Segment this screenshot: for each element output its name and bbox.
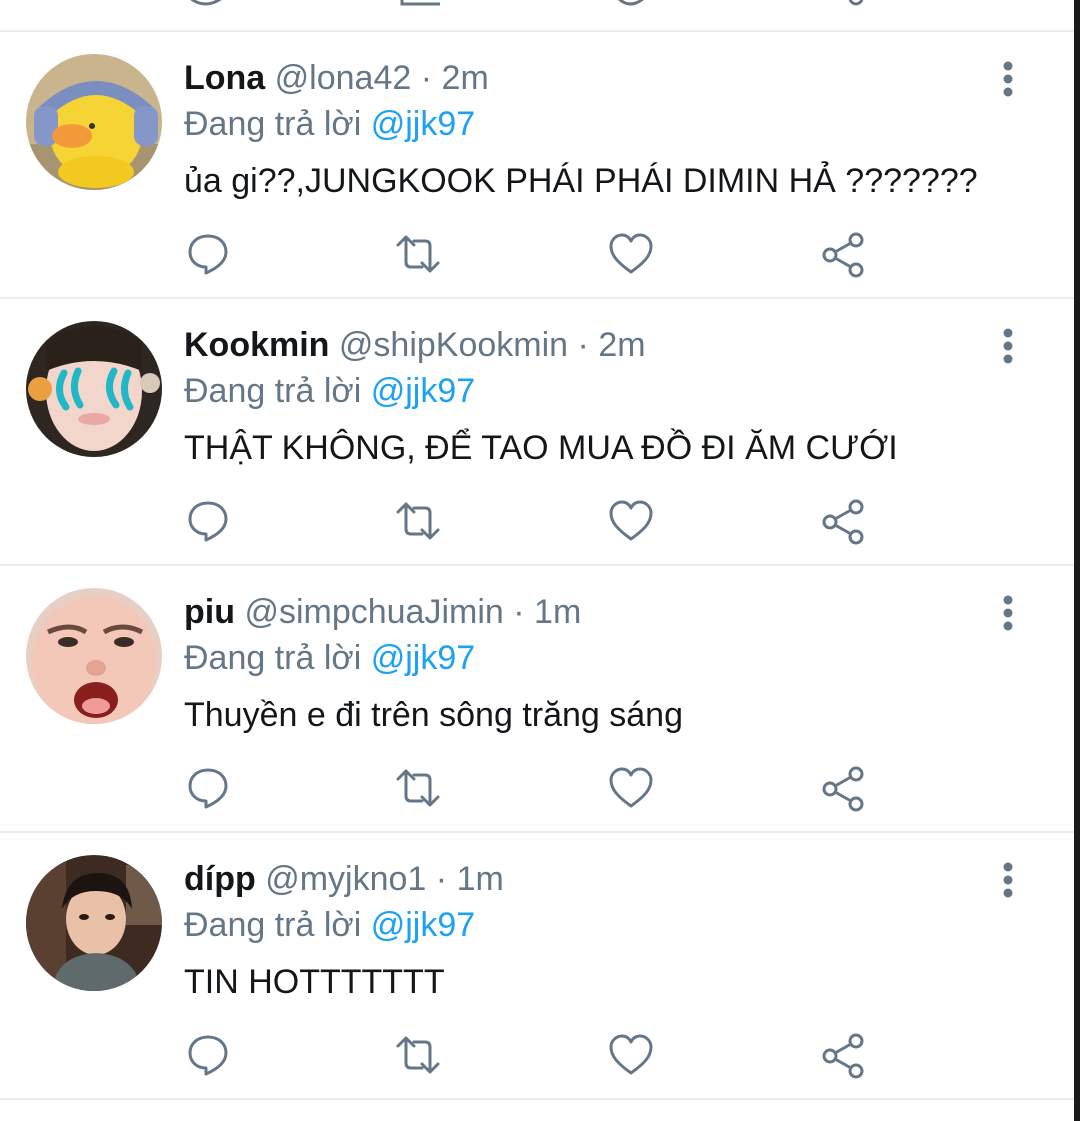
tweet-header: dípp @myjkno1 · 1m: [184, 857, 504, 901]
heart-icon-partial: [618, 0, 644, 6]
replying-to-label: Đang trả lời: [184, 639, 362, 677]
comment-bubble-icon[interactable]: [184, 230, 232, 278]
replying-to-label: Đang trả lời: [184, 906, 362, 944]
mention-link[interactable]: @jjk97: [371, 639, 475, 677]
retweet-icon[interactable]: [394, 1031, 442, 1079]
tweet-actions: [0, 230, 1074, 278]
tweet-header: Lona @lona42 · 2m: [184, 56, 489, 100]
separator-dot: ·: [420, 59, 433, 97]
timestamp[interactable]: 1m: [534, 593, 581, 631]
tweet-text: TIN HOTTTTTTT: [184, 963, 445, 1001]
replying-to: Đang trả lời @jjk97: [184, 636, 475, 680]
tweet-actions: [0, 497, 1074, 545]
tweet-actions: [0, 1031, 1074, 1079]
heart-icon[interactable]: [607, 764, 655, 812]
separator-dot: ·: [435, 860, 448, 898]
more-vertical-icon[interactable]: [996, 594, 1020, 634]
comment-bubble-icon[interactable]: [184, 1031, 232, 1079]
timestamp[interactable]: 1m: [457, 860, 504, 898]
timestamp[interactable]: 2m: [442, 59, 489, 97]
replying-to: Đang trả lời @jjk97: [184, 369, 475, 413]
comment-bubble-icon[interactable]: [184, 764, 232, 812]
heart-icon[interactable]: [607, 1031, 655, 1079]
mention-link[interactable]: @jjk97: [371, 105, 475, 143]
share-icon[interactable]: [820, 497, 868, 545]
separator-dot: ·: [577, 326, 589, 364]
user-handle[interactable]: @simpchuaJimin: [244, 593, 503, 631]
retweet-icon[interactable]: [394, 497, 442, 545]
avatar[interactable]: [26, 855, 162, 991]
replying-to: Đang trả lời @jjk97: [184, 102, 475, 146]
comment-bubble-icon[interactable]: [184, 497, 232, 545]
tweet-text: Thuyền e đi trên sông trăng sáng: [184, 696, 683, 734]
mention-link[interactable]: @jjk97: [371, 372, 475, 410]
previous-tweet-icons-partial: [190, 0, 864, 6]
user-handle[interactable]: @lona42: [275, 59, 412, 97]
separator-dot: ·: [513, 593, 525, 631]
display-name[interactable]: piu: [184, 593, 235, 631]
screen-edge: [1074, 0, 1080, 1121]
previous-tweet-actions-partial: [0, 0, 1080, 32]
display-name[interactable]: Kookmin: [184, 326, 329, 364]
retweet-icon-partial: [400, 0, 440, 6]
replying-to: Đang trả lời @jjk97: [184, 903, 475, 947]
share-icon-partial: [848, 0, 864, 6]
tweet-reply-lona[interactable]: Lona @lona42 · 2m Đang trả lời @jjk97 ủa…: [0, 32, 1074, 299]
reply-icon-partial: [190, 0, 222, 6]
more-vertical-icon[interactable]: [996, 861, 1020, 901]
display-name[interactable]: dípp: [184, 860, 256, 898]
tweet-header: piu @simpchuaJimin · 1m: [184, 590, 581, 634]
avatar[interactable]: [26, 54, 162, 190]
heart-icon[interactable]: [607, 497, 655, 545]
share-icon[interactable]: [820, 1031, 868, 1079]
replying-to-label: Đang trả lời: [184, 105, 362, 143]
tweet-reply-dipp[interactable]: dípp @myjkno1 · 1m Đang trả lời @jjk97 T…: [0, 833, 1074, 1100]
share-icon[interactable]: [820, 764, 868, 812]
user-handle[interactable]: @shipKookmin: [339, 326, 568, 364]
tweet-actions: [0, 764, 1074, 812]
timestamp[interactable]: 2m: [598, 326, 645, 364]
more-vertical-icon[interactable]: [996, 327, 1020, 367]
heart-icon[interactable]: [607, 230, 655, 278]
avatar[interactable]: [26, 321, 162, 457]
tweet-header: Kookmin @shipKookmin · 2m: [184, 323, 646, 367]
display-name[interactable]: Lona: [184, 59, 265, 97]
replying-to-label: Đang trả lời: [184, 372, 362, 410]
tweet-text: THẬT KHÔNG, ĐỂ TAO MUA ĐỒ ĐI ĂM CƯỚI: [184, 429, 898, 467]
tweet-text: ủa gi??,JUNGKOOK PHÁI PHÁI DIMIN HẢ ????…: [184, 162, 978, 200]
tweet-reply-kookmin[interactable]: Kookmin @shipKookmin · 2m Đang trả lời @…: [0, 299, 1074, 566]
retweet-icon[interactable]: [394, 230, 442, 278]
more-vertical-icon[interactable]: [996, 60, 1020, 100]
share-icon[interactable]: [820, 230, 868, 278]
mention-link[interactable]: @jjk97: [371, 906, 475, 944]
tweet-reply-piu[interactable]: piu @simpchuaJimin · 1m Đang trả lời @jj…: [0, 566, 1074, 833]
retweet-icon[interactable]: [394, 764, 442, 812]
avatar[interactable]: [26, 588, 162, 724]
user-handle[interactable]: @myjkno1: [265, 860, 426, 898]
